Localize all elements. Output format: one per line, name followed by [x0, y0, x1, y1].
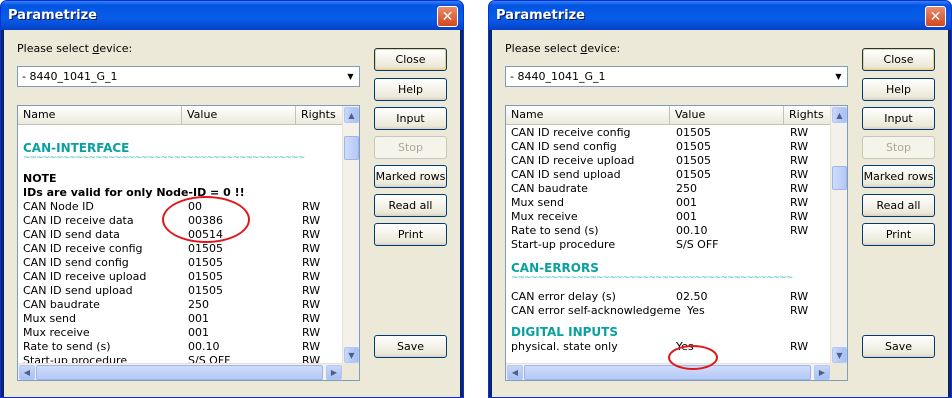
device-select[interactable]: - 8440_1041_G_1 ▼: [17, 66, 360, 87]
column-header-rights[interactable]: Rights: [784, 106, 831, 125]
list-item[interactable]: CAN baudrate 250 RW: [506, 182, 831, 196]
stop-button[interactable]: Stop: [862, 136, 935, 159]
window-title: Parametrize: [496, 8, 585, 23]
note-text: IDs are valid for only Node-ID = 0 !!: [23, 186, 245, 199]
device-select[interactable]: - 8440_1041_G_1 ▼: [505, 66, 848, 87]
save-button[interactable]: Save: [374, 335, 447, 358]
read-all-button[interactable]: Read all: [374, 194, 447, 217]
list-item[interactable]: CAN baudrate 250 RW: [18, 298, 343, 312]
highlight-circle: [162, 196, 250, 243]
list-item[interactable]: Mux receive 001 RW: [18, 326, 343, 340]
scroll-down-icon[interactable]: ▼: [344, 347, 359, 363]
list-item[interactable]: CAN error delay (s) 02.50 RW: [506, 290, 831, 304]
title-bar[interactable]: Parametrize ✕: [489, 1, 951, 30]
title-bar[interactable]: Parametrize ✕: [1, 1, 463, 30]
list-item[interactable]: Mux receive 001 RW: [506, 210, 831, 224]
list-item[interactable]: Mux send 001 RW: [506, 196, 831, 210]
read-all-button[interactable]: Read all: [862, 194, 935, 217]
scroll-thumb[interactable]: [36, 365, 323, 380]
close-button[interactable]: Close: [862, 48, 935, 71]
save-button[interactable]: Save: [862, 335, 935, 358]
parametrize-window-left: Parametrize ✕ Please select device: - 84…: [0, 0, 464, 398]
horizontal-scrollbar[interactable]: ◀ ▶: [18, 363, 343, 380]
marked-rows-button[interactable]: Marked rows: [862, 165, 935, 188]
scroll-up-icon[interactable]: ▲: [832, 107, 847, 123]
column-header-name[interactable]: Name: [18, 106, 182, 125]
list-body: CAN-INTERFACE ~~~~~~~~~~~~~~~~~~~~~~~~~~…: [18, 126, 343, 368]
list-header: Name Value Rights: [506, 106, 831, 125]
select-device-label: Please select device:: [505, 42, 621, 55]
list-item[interactable]: Mux send 001 RW: [18, 312, 343, 326]
chevron-down-icon[interactable]: ▼: [831, 68, 846, 85]
list-item[interactable]: Start-up procedure S/S OFF: [506, 238, 831, 252]
list-item[interactable]: CAN ID send upload 01505 RW: [506, 168, 831, 182]
close-window-icon[interactable]: ✕: [925, 6, 946, 27]
scroll-thumb[interactable]: [832, 166, 847, 190]
scroll-right-icon[interactable]: ▶: [326, 365, 342, 380]
marked-rows-button[interactable]: Marked rows: [374, 165, 447, 188]
vertical-scrollbar[interactable]: ▲ ▼: [342, 106, 359, 364]
input-button[interactable]: Input: [862, 107, 935, 130]
list-item[interactable]: CAN ID receive upload 01505 RW: [18, 270, 343, 284]
parameter-list[interactable]: Name Value Rights CAN ID receive config 0…: [505, 105, 848, 381]
list-item[interactable]: CAN ID receive upload 01505 RW: [506, 154, 831, 168]
scroll-right-icon[interactable]: ▶: [814, 365, 830, 380]
list-item[interactable]: CAN ID receive config 01505 RW: [18, 242, 343, 256]
list-item[interactable]: CAN ID send config 01505 RW: [18, 256, 343, 270]
close-window-icon[interactable]: ✕: [437, 6, 458, 27]
section-heading: CAN-INTERFACE: [23, 141, 130, 155]
section-heading: DIGITAL INPUTS: [511, 325, 618, 339]
scroll-left-icon[interactable]: ◀: [507, 365, 523, 380]
help-button[interactable]: Help: [374, 78, 447, 101]
print-button[interactable]: Print: [374, 223, 447, 246]
scroll-thumb[interactable]: [344, 136, 359, 160]
scroll-thumb[interactable]: [524, 365, 811, 380]
list-item[interactable]: Rate to send (s) 00.10 RW: [506, 224, 831, 238]
chevron-down-icon[interactable]: ▼: [343, 68, 358, 85]
list-item[interactable]: CAN ID send upload 01505 RW: [18, 284, 343, 298]
parameter-list[interactable]: Name Value Rights CAN-INTERFACE ~~~~~~~~…: [17, 105, 360, 381]
help-button[interactable]: Help: [862, 78, 935, 101]
vertical-scrollbar[interactable]: ▲ ▼: [830, 106, 847, 364]
scroll-corner: [342, 363, 359, 380]
input-button[interactable]: Input: [374, 107, 447, 130]
section-heading: CAN-ERRORS: [511, 261, 599, 275]
section-underline: ~~~~~~~~~~~~~~~~~~~~~~~~~~~~~~~~~~~~~~~~…: [511, 276, 793, 283]
scroll-left-icon[interactable]: ◀: [19, 365, 35, 380]
stop-button[interactable]: Stop: [374, 136, 447, 159]
close-button[interactable]: Close: [374, 48, 447, 71]
scroll-down-icon[interactable]: ▼: [832, 347, 847, 363]
list-header: Name Value Rights: [18, 106, 343, 125]
list-item[interactable]: CAN ID receive config 01505 RW: [506, 126, 831, 140]
column-header-name[interactable]: Name: [506, 106, 670, 125]
note-title: NOTE: [23, 172, 57, 185]
list-item[interactable]: CAN error self-acknowledgement Yes RW: [506, 304, 831, 318]
scroll-corner: [830, 363, 847, 380]
device-select-value: - 8440_1041_G_1: [22, 70, 118, 83]
list-item[interactable]: CAN ID send config 01505 RW: [506, 140, 831, 154]
parametrize-window-right: Parametrize ✕ Please select device: - 84…: [488, 0, 952, 398]
device-select-value: - 8440_1041_G_1: [510, 70, 606, 83]
list-item[interactable]: Rate to send (s) 00.10 RW: [18, 340, 343, 354]
window-title: Parametrize: [8, 8, 97, 23]
list-body: CAN ID receive config 01505 RW CAN ID send…: [506, 126, 831, 354]
highlight-circle: [668, 345, 718, 370]
scroll-up-icon[interactable]: ▲: [344, 107, 359, 123]
column-header-value[interactable]: Value: [670, 106, 784, 125]
dialog-client: Please select device: - 8440_1041_G_1 ▼ …: [4, 30, 460, 397]
horizontal-scrollbar[interactable]: ◀ ▶: [506, 363, 831, 380]
select-device-label: Please select device:: [17, 42, 133, 55]
column-header-rights[interactable]: Rights: [296, 106, 343, 125]
dialog-client: Please select device: - 8440_1041_G_1 ▼ …: [492, 30, 948, 397]
column-header-value[interactable]: Value: [182, 106, 296, 125]
print-button[interactable]: Print: [862, 223, 935, 246]
section-underline: ~~~~~~~~~~~~~~~~~~~~~~~~~~~~~~~~~~~~~~~~…: [23, 156, 305, 163]
list-item[interactable]: physical. state only Yes RW: [506, 340, 831, 354]
